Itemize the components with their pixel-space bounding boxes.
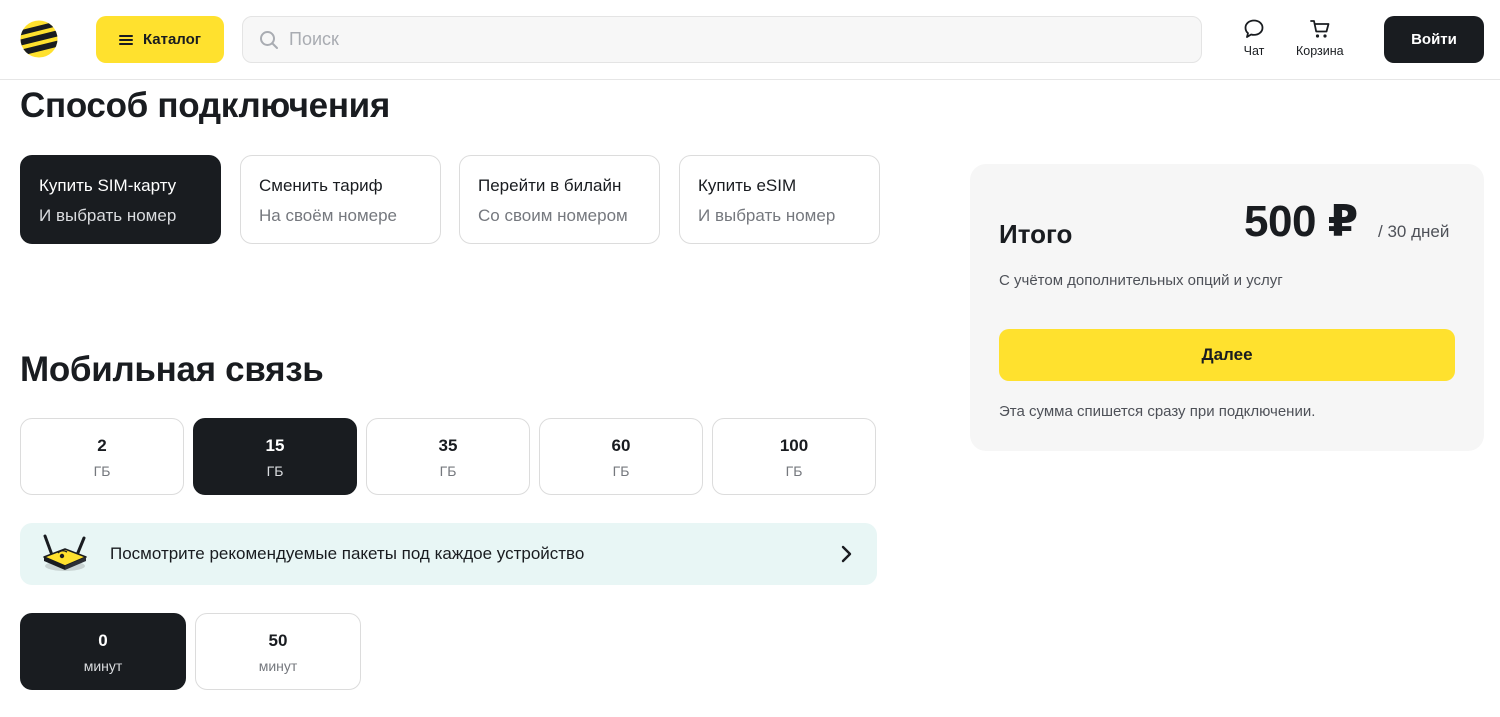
method-subtitle: И выбрать номер — [39, 206, 177, 225]
method-buy-esim[interactable]: Купить eSIM И выбрать номер — [679, 155, 880, 244]
search-input[interactable] — [289, 29, 1169, 50]
mobile-section-title: Мобильная связь — [20, 350, 324, 389]
login-button[interactable]: Войти — [1384, 16, 1484, 63]
cart-icon — [1309, 20, 1330, 38]
summary-subtitle: С учётом дополнительных опций и услуг — [999, 272, 1283, 289]
option-unit: ГБ — [266, 463, 284, 479]
method-subtitle: И выбрать номер — [698, 206, 836, 225]
option-value: 15 — [265, 436, 285, 455]
option-unit: ГБ — [612, 463, 630, 479]
summary-period: / 30 дней — [1378, 222, 1450, 241]
router-icon — [43, 534, 87, 571]
catalog-label: Каталог — [142, 31, 202, 48]
minutes-option-50[interactable]: 50 минут — [195, 613, 361, 690]
data-option-100gb[interactable]: 100 ГБ — [712, 418, 876, 495]
option-value: 0 — [98, 631, 108, 650]
method-subtitle: Со своим номером — [478, 206, 628, 225]
method-title: Сменить тариф — [259, 176, 383, 195]
cart-button[interactable]: Корзина — [1296, 18, 1344, 58]
method-subtitle: На своём номере — [259, 206, 398, 225]
option-unit: минут — [258, 658, 298, 674]
next-button[interactable]: Далее — [999, 329, 1455, 381]
option-unit: ГБ — [93, 463, 111, 479]
menu-icon — [118, 34, 133, 45]
search-bar[interactable] — [242, 16, 1202, 63]
chevron-right-icon — [841, 545, 852, 563]
option-value: 35 — [438, 436, 458, 455]
summary-note: Эта сумма спишется сразу при подключении… — [999, 403, 1316, 420]
option-value: 60 — [611, 436, 631, 455]
cart-label: Корзина — [1296, 44, 1344, 58]
option-value: 50 — [268, 631, 288, 650]
connection-section-title: Способ подключения — [20, 86, 390, 125]
method-title: Купить SIM-карту — [39, 176, 177, 195]
chat-label: Чат — [1243, 44, 1265, 58]
minutes-option-0[interactable]: 0 минут — [20, 613, 186, 690]
chat-icon — [1244, 19, 1264, 38]
option-value: 2 — [97, 436, 107, 455]
data-option-15gb[interactable]: 15 ГБ — [193, 418, 357, 495]
method-title: Перейти в билайн — [478, 176, 622, 195]
search-icon — [260, 30, 278, 49]
catalog-button[interactable]: Каталог — [96, 16, 224, 63]
option-unit: минут — [83, 658, 123, 674]
data-option-60gb[interactable]: 60 ГБ — [539, 418, 703, 495]
option-unit: ГБ — [439, 463, 457, 479]
header: Каталог Чат Корзина Войти — [0, 0, 1500, 80]
method-buy-sim-card[interactable]: Купить SIM-карту И выбрать номер — [20, 155, 221, 244]
summary-price: 500 ₽ — [1244, 197, 1358, 246]
banner-text: Посмотрите рекомендуемые пакеты под кажд… — [110, 544, 585, 563]
summary-card: Итого 500 ₽ / 30 дней С учётом дополните… — [970, 164, 1484, 451]
summary-title: Итого — [999, 219, 1073, 249]
method-title: Купить eSIM — [698, 176, 797, 195]
method-change-tariff[interactable]: Сменить тариф На своём номере — [240, 155, 441, 244]
chat-button[interactable]: Чат — [1243, 18, 1265, 58]
method-switch-to-beeline[interactable]: Перейти в билайн Со своим номером — [459, 155, 660, 244]
beeline-logo[interactable] — [20, 20, 58, 58]
data-option-35gb[interactable]: 35 ГБ — [366, 418, 530, 495]
device-packages-banner[interactable]: Посмотрите рекомендуемые пакеты под кажд… — [20, 523, 877, 585]
option-value: 100 — [779, 436, 809, 455]
data-option-2gb[interactable]: 2 ГБ — [20, 418, 184, 495]
option-unit: ГБ — [785, 463, 803, 479]
